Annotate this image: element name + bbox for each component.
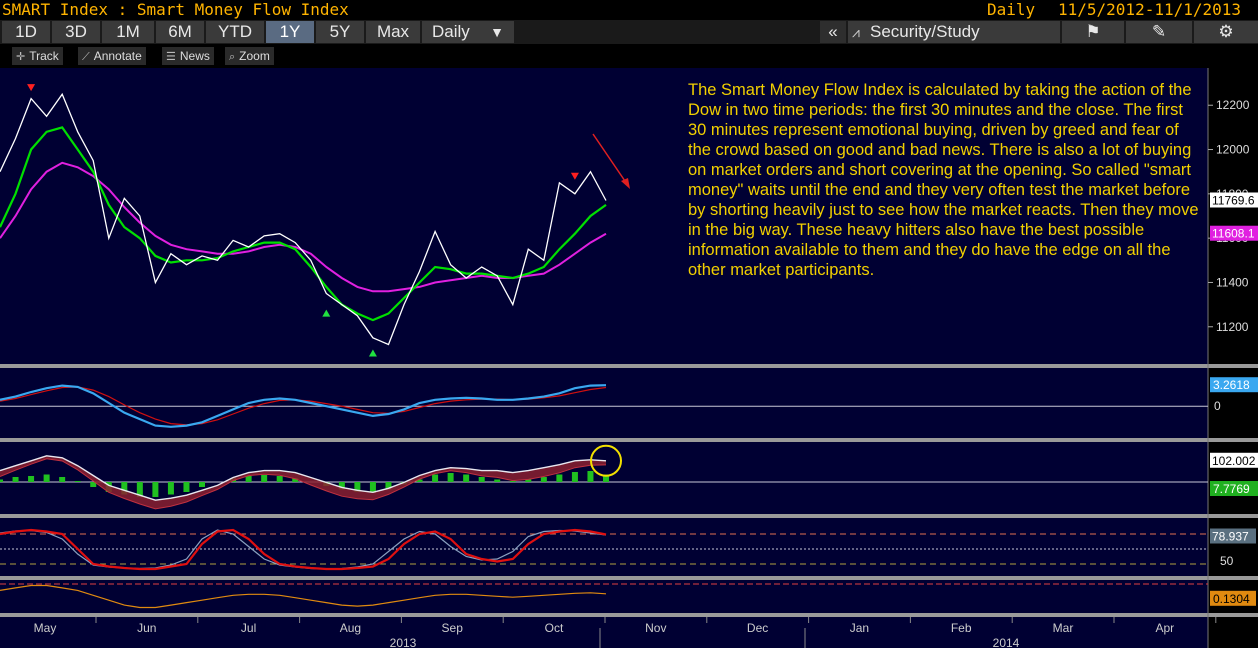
range-button-1d[interactable]: 1D xyxy=(2,21,50,43)
x-month-label-0: May xyxy=(34,621,57,635)
x-month-label-7: Dec xyxy=(747,621,768,635)
range-button-max[interactable]: Max xyxy=(366,21,420,43)
price-ytick-label-0: 11200 xyxy=(1216,320,1249,334)
osc-bar-13 xyxy=(199,482,205,487)
osc-bar-17 xyxy=(261,475,268,482)
osc-bar-32 xyxy=(494,479,501,482)
price-ytick-label-5: 12200 xyxy=(1216,98,1250,112)
range-button-1m[interactable]: 1M xyxy=(102,21,154,43)
panel-1-background xyxy=(0,368,1208,438)
osc-bar-16 xyxy=(245,476,252,482)
osc-bar-38 xyxy=(587,471,594,482)
price-ytick-label-1: 11400 xyxy=(1216,275,1249,289)
osc-bar-33 xyxy=(509,481,516,482)
panel-0-separator xyxy=(0,364,1258,368)
edit-icon: ✎ xyxy=(1151,22,1167,41)
panel-1-separator xyxy=(0,438,1258,442)
macd-last-value: 3.2618 xyxy=(1213,378,1250,392)
annotation-note: The Smart Money Flow Index is calculated… xyxy=(688,81,1199,279)
gear-icon: ⚙ xyxy=(1218,22,1234,41)
x-month-label-9: Feb xyxy=(951,621,972,635)
osc-bar-4 xyxy=(59,477,66,482)
osc-bar-37 xyxy=(571,472,578,482)
periodicity-label: Daily xyxy=(987,0,1036,19)
x-axis-background xyxy=(0,617,1208,648)
x-year-label-0: 2013 xyxy=(390,636,417,648)
pencil-icon: ⟋ xyxy=(82,51,90,63)
crosshair-icon: ✛ xyxy=(16,51,26,63)
osc-bar-0 xyxy=(0,479,3,482)
x-month-label-3: Aug xyxy=(340,621,361,635)
x-year-label-1: 2014 xyxy=(993,636,1020,648)
x-month-label-10: Mar xyxy=(1053,621,1074,635)
x-month-label-4: Sep xyxy=(442,621,464,635)
track-label: Track xyxy=(29,49,59,63)
osc-bar-29 xyxy=(447,473,454,482)
range-button-6m[interactable]: 6M xyxy=(156,21,204,43)
zoom-label: Zoom xyxy=(239,49,270,63)
price-last-value-0: 11769.6 xyxy=(1212,193,1255,207)
range-button-1y[interactable]: 1Y xyxy=(266,21,314,43)
price-last-value-1: 11608.1 xyxy=(1212,227,1255,241)
edit-button[interactable]: ✎ xyxy=(1126,21,1192,43)
osc-bar-28 xyxy=(432,474,439,482)
frequency-label: Daily xyxy=(432,22,470,41)
osc-bar-1 xyxy=(12,477,19,482)
osc-last-value: 102.002 xyxy=(1212,454,1256,468)
zoom-button[interactable]: ⌕ Zoom xyxy=(225,47,274,65)
panel-3-background xyxy=(0,518,1208,576)
frequency-dropdown[interactable]: Daily ▼ xyxy=(422,21,514,43)
x-month-label-6: Nov xyxy=(645,621,666,635)
security-study-label: Security/Study xyxy=(870,22,980,41)
x-month-label-5: Oct xyxy=(545,621,564,635)
stoch-50-label: 50 xyxy=(1220,554,1234,568)
osc-bar-11 xyxy=(167,482,174,495)
settings-button[interactable]: ⚙ xyxy=(1194,21,1258,43)
osc-bar-12 xyxy=(183,482,190,492)
osc-bar-3 xyxy=(43,474,50,482)
panel-2-separator xyxy=(0,514,1258,518)
chart-tools-bar: ✛ Track ⟋ Annotate ☰ News ⌕ Zoom xyxy=(0,44,1258,68)
news-label: News xyxy=(179,49,210,63)
osc-bar-35 xyxy=(540,477,547,482)
osc-bar-18 xyxy=(276,476,283,482)
x-month-label-1: Jun xyxy=(137,621,156,635)
chart-title: SMART Index : Smart Money Flow Index xyxy=(2,0,349,19)
osc-bar-30 xyxy=(463,474,470,482)
range-toolbar: 1D 3D 1M 6M YTD 1Y 5Y Max Daily ▼ « ⩘ Se… xyxy=(0,20,1258,44)
stoch-last-value: 78.937 xyxy=(1212,530,1249,544)
news-icon: ☰ xyxy=(166,51,176,63)
dropdown-arrow-icon: ▼ xyxy=(490,24,504,40)
security-study-button[interactable]: ⩘ Security/Study xyxy=(848,21,1060,43)
osc-bar-10 xyxy=(152,482,159,497)
panel-4-separator xyxy=(0,613,1258,617)
title-bar: SMART Index : Smart Money Flow Index Dai… xyxy=(0,0,1258,20)
collapse-button[interactable]: « xyxy=(820,21,846,43)
date-range-label: 11/5/2012-11/1/2013 xyxy=(1058,0,1242,19)
osc-bar-31 xyxy=(478,477,485,482)
osc-bar-36 xyxy=(556,474,563,482)
osc-bar-2 xyxy=(28,476,35,482)
panel-4-background xyxy=(0,580,1208,613)
osc-bar-5 xyxy=(74,481,81,482)
x-month-label-2: Jul xyxy=(241,621,256,635)
range-button-5y[interactable]: 5Y xyxy=(316,21,364,43)
study-chart-icon: ⩘ xyxy=(852,24,860,40)
annotate-button[interactable]: ⟋ Annotate xyxy=(78,47,146,65)
range-button-3d[interactable]: 3D xyxy=(52,21,100,43)
magnifier-icon: ⌕ xyxy=(229,51,236,63)
x-month-label-11: Apr xyxy=(1155,621,1174,635)
flag-button[interactable]: ⚑ xyxy=(1062,21,1124,43)
flag-icon: ⚑ xyxy=(1085,22,1101,41)
range-button-ytd[interactable]: YTD xyxy=(206,21,264,43)
news-button[interactable]: ☰ News xyxy=(162,47,214,65)
annotate-label: Annotate xyxy=(93,49,142,63)
panel-3-separator xyxy=(0,576,1258,580)
macd-zero-label: 0 xyxy=(1214,399,1221,413)
bottom-last-value: 0.1304 xyxy=(1213,592,1250,606)
x-month-label-8: Jan xyxy=(850,621,869,635)
osc-bar-last-value: 7.7769 xyxy=(1213,482,1250,496)
price-ytick-label-4: 12000 xyxy=(1216,143,1250,157)
track-button[interactable]: ✛ Track xyxy=(12,47,63,65)
